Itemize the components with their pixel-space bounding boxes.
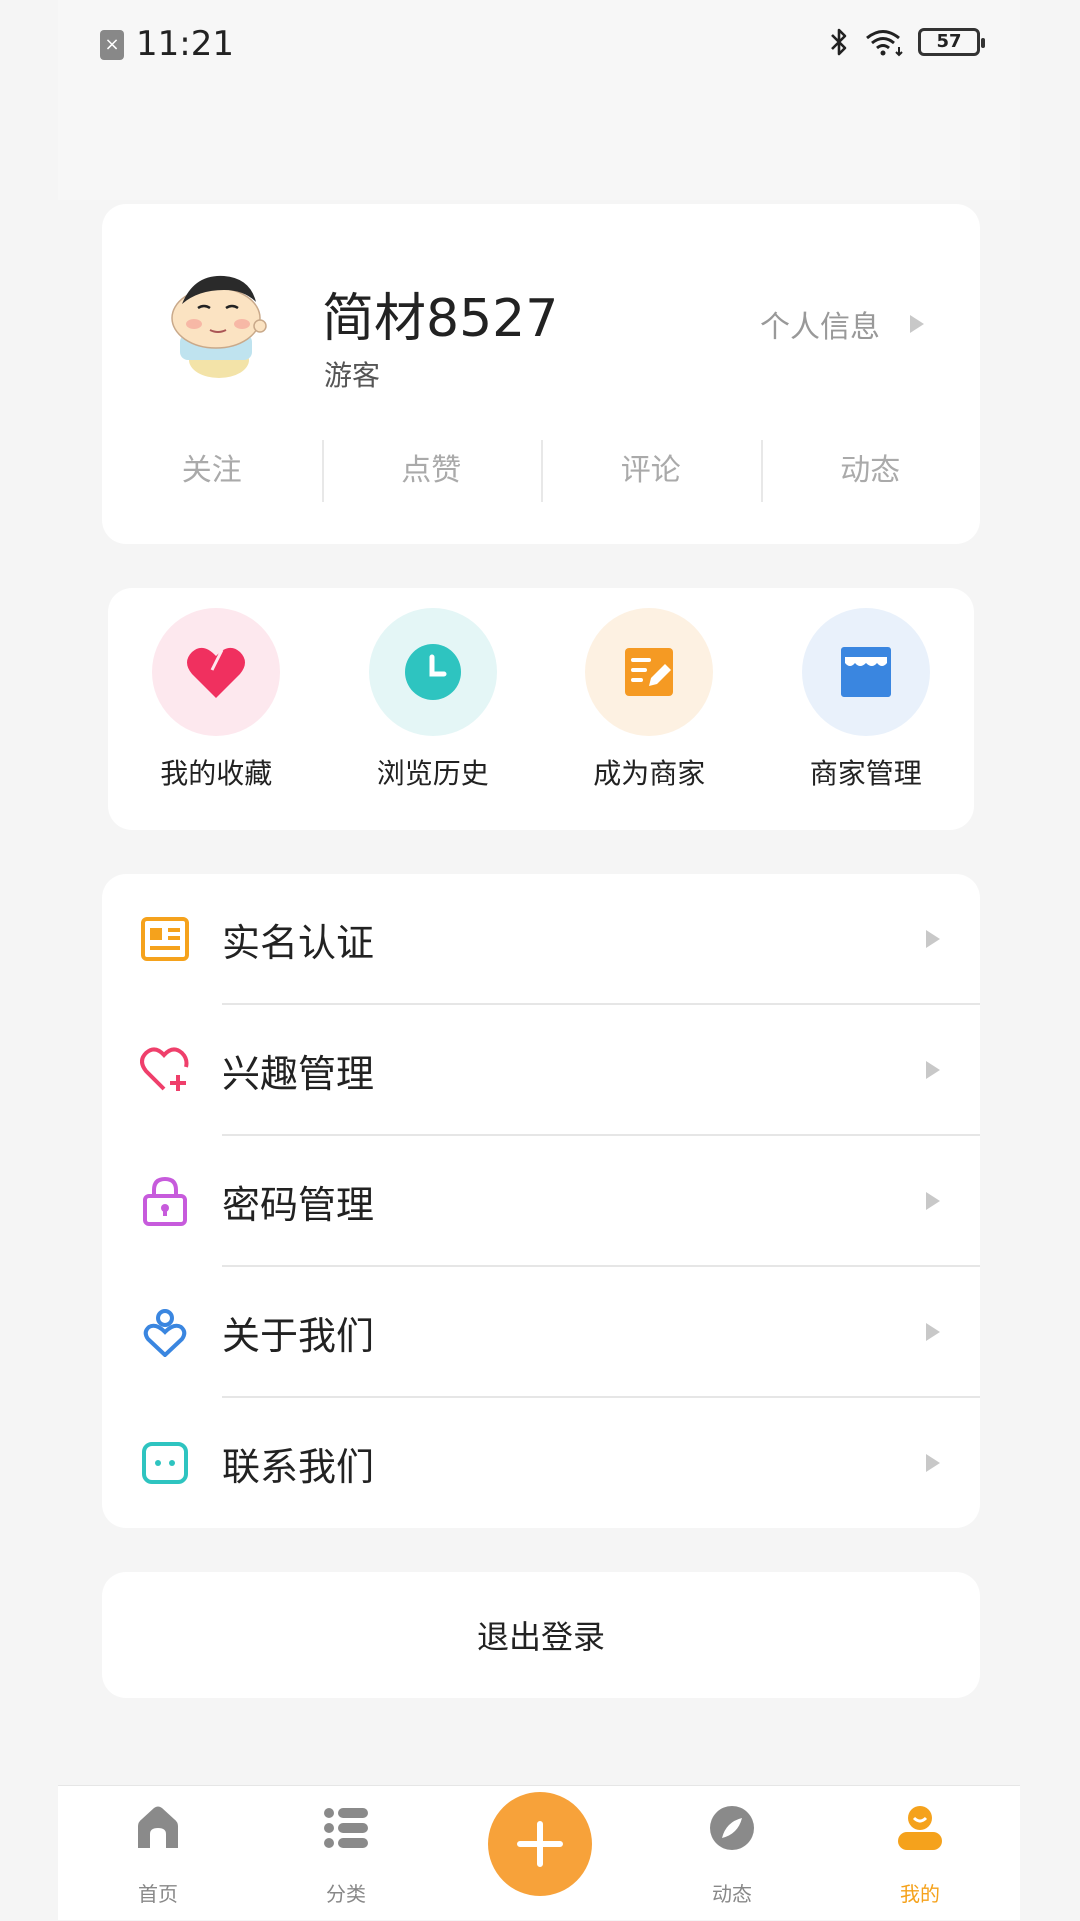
settings-menu: 实名认证 兴趣管理 密码管理 关于我们 联系我们 [102, 874, 980, 1528]
chevron-right-icon [926, 1323, 940, 1341]
menu-label: 关于我们 [222, 1314, 375, 1358]
menu-password-manage[interactable]: 密码管理 [102, 1136, 980, 1267]
menu-interest-manage[interactable]: 兴趣管理 [102, 1005, 980, 1136]
quick-favorites-circle [152, 608, 281, 736]
heart-plus-icon [140, 1047, 189, 1091]
battery-icon: 57 [918, 28, 985, 56]
personal-info-link[interactable]: 个人信息 [760, 302, 924, 346]
profile-stats: 关注 点赞 评论 动态 [102, 436, 980, 506]
status-icons: 57 [828, 26, 985, 58]
list-icon [324, 1808, 368, 1848]
logout-button[interactable]: 退出登录 [102, 1572, 980, 1698]
bottom-tab-bar: 首页 分类 动态 我的 [58, 1785, 1020, 1920]
quick-history-label: 浏览历史 [376, 757, 489, 790]
personal-info-label: 个人信息 [760, 310, 880, 345]
chevron-right-icon [910, 315, 924, 333]
stat-follow[interactable]: 关注 [102, 436, 322, 506]
bluetooth-icon [831, 28, 847, 56]
menu-real-name-auth[interactable]: 实名认证 [102, 874, 980, 1005]
chevron-right-icon [926, 1061, 940, 1079]
menu-contact-us[interactable]: 联系我们 [102, 1398, 980, 1528]
tab-category[interactable]: 分类 [266, 1786, 426, 1921]
menu-label: 联系我们 [222, 1445, 375, 1489]
edit-note-icon [625, 648, 674, 696]
username: 简材8527 [322, 289, 559, 349]
quick-become-merchant[interactable]: 成为商家 [541, 588, 758, 830]
user-icon [898, 1806, 942, 1850]
store-icon [840, 647, 891, 697]
quick-become-merchant-circle [585, 608, 714, 736]
compass-icon [710, 1806, 754, 1850]
menu-about-us[interactable]: 关于我们 [102, 1267, 980, 1398]
quick-actions: 我的收藏 浏览历史 成为商家 商家管理 [108, 588, 974, 830]
quick-merchant-manage-circle [801, 608, 930, 736]
quick-favorites-label: 我的收藏 [160, 757, 273, 790]
quick-merchant-manage[interactable]: 商家管理 [758, 588, 975, 830]
quick-favorites[interactable]: 我的收藏 [108, 588, 325, 830]
heart-icon [187, 647, 246, 698]
battery-level: 57 [936, 31, 962, 52]
stat-posts[interactable]: 动态 [760, 436, 981, 506]
lock-icon [143, 1176, 187, 1226]
chevron-right-icon [926, 930, 940, 948]
tab-mine[interactable]: 我的 [840, 1786, 1000, 1921]
tab-home-label: 首页 [138, 1882, 178, 1906]
quick-history[interactable]: 浏览历史 [325, 588, 542, 830]
tab-mine-label: 我的 [900, 1882, 940, 1906]
quick-merchant-manage-label: 商家管理 [809, 757, 922, 790]
avatar[interactable] [164, 264, 274, 384]
profile-card: 简材8527 游客 个人信息 关注 点赞 评论 动态 [102, 204, 980, 544]
tab-home[interactable]: 首页 [78, 1786, 238, 1921]
tab-moments-label: 动态 [712, 1882, 752, 1906]
menu-label: 实名认证 [222, 921, 375, 965]
sim-icon: × [100, 30, 124, 60]
stat-likes[interactable]: 点赞 [321, 436, 542, 506]
about-icon [143, 1309, 187, 1357]
quick-become-merchant-label: 成为商家 [593, 757, 706, 790]
app-screen: × 11:21 57 简材8527 游客 个人信息 关注 点赞 评论 动态 我的… [58, 0, 1020, 1920]
menu-label: 兴趣管理 [222, 1052, 375, 1096]
quick-history-circle [368, 608, 497, 736]
tab-moments[interactable]: 动态 [652, 1786, 812, 1921]
tab-category-label: 分类 [326, 1882, 366, 1906]
stat-comments[interactable]: 评论 [541, 436, 761, 506]
add-button[interactable] [488, 1792, 592, 1896]
status-bar: × 11:21 57 [58, 0, 1020, 200]
home-icon [138, 1806, 178, 1848]
chevron-right-icon [926, 1454, 940, 1472]
logout-label: 退出登录 [476, 1618, 605, 1656]
chat-icon [142, 1442, 188, 1484]
status-time: 11:21 [136, 24, 234, 64]
id-card-icon [141, 917, 189, 961]
menu-label: 密码管理 [222, 1183, 375, 1227]
clock-icon [404, 644, 461, 700]
user-role: 游客 [324, 359, 381, 392]
wifi-icon [866, 30, 903, 57]
chevron-right-icon [926, 1192, 940, 1210]
plus-icon [517, 1821, 563, 1867]
